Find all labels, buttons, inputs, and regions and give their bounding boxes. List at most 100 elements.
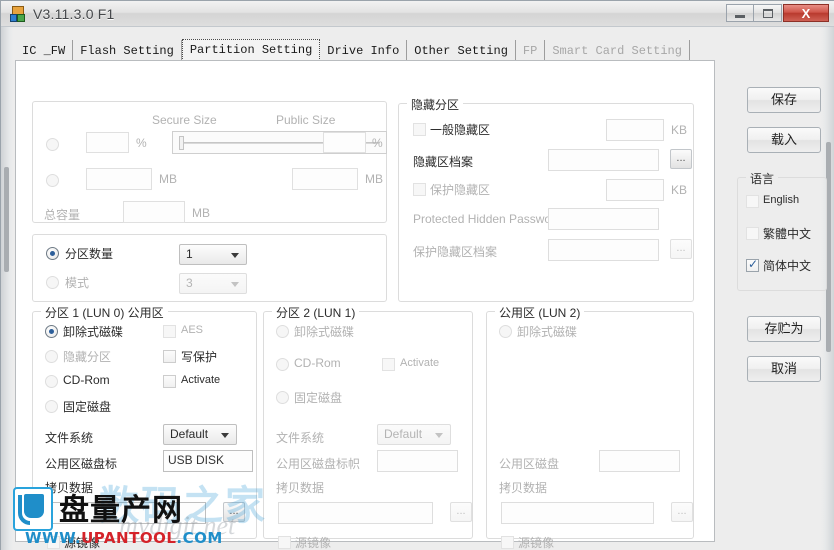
language-english-checkbox[interactable] — [746, 195, 759, 208]
language-legend: 语言 — [746, 170, 779, 187]
partition1-source-image-label: 源镜像 — [64, 536, 101, 550]
partition1-hidden-radio — [45, 350, 58, 363]
partition3-copy-browse-button: ... — [671, 502, 693, 522]
public-mb-input[interactable] — [292, 168, 358, 190]
language-group: 语言 English 繁體中文 简体中文 — [737, 170, 827, 291]
partition2-copy-input[interactable] — [278, 502, 433, 524]
percent-mode-radio[interactable] — [46, 138, 59, 151]
partition1-fixed-label: 固定磁盘 — [63, 400, 112, 414]
hidden-file-label: 隐藏区档案 — [413, 155, 474, 169]
partition2-volume-label: 公用区磁盘标帜 — [276, 457, 361, 471]
load-button[interactable]: 载入 — [747, 127, 821, 153]
partition2-removable-label: 卸除式磁碟 — [294, 325, 355, 339]
mb-mode-radio[interactable] — [46, 174, 59, 187]
partition-count-label: 分区数量 — [65, 247, 114, 261]
save-as-button[interactable]: 存贮为 — [747, 316, 821, 342]
protected-password-label: Protected Hidden Password — [413, 212, 562, 226]
partition2-fixed-radio — [276, 391, 289, 404]
public-mb-unit: MB — [365, 172, 383, 186]
partition2-activate-checkbox — [382, 358, 395, 371]
partition-count-radio[interactable] — [46, 247, 59, 260]
partition-count-value: 1 — [186, 247, 193, 261]
maximize-button[interactable] — [754, 4, 782, 22]
maximize-icon — [762, 8, 773, 18]
partition1-activate-checkbox[interactable] — [163, 375, 176, 388]
partition3-copy-input[interactable] — [501, 502, 654, 524]
partition-mode-radio[interactable] — [46, 276, 59, 289]
secure-mb-input[interactable] — [86, 168, 152, 190]
title-bar: V3.11.3.0 F1 X — [1, 1, 834, 27]
left-scroll-thumb[interactable] — [4, 167, 9, 272]
public-percent-unit: % — [372, 136, 383, 150]
minimize-icon — [735, 14, 745, 18]
size-group: Secure Size Public Size % % MB MB 总容量 MB — [32, 101, 387, 223]
left-window-edge — [1, 27, 13, 550]
partition2-fs-select: Default — [377, 424, 451, 445]
partition1-copy-browse-button[interactable]: ... — [223, 502, 245, 522]
partition1-removable-radio[interactable] — [45, 325, 58, 338]
secure-mb-unit: MB — [159, 172, 177, 186]
secure-size-label: Secure Size — [152, 113, 217, 127]
normal-hidden-checkbox[interactable] — [413, 123, 426, 136]
partition1-cdrom-radio[interactable] — [45, 375, 58, 388]
language-simplified-checkbox[interactable] — [746, 257, 759, 272]
save-button[interactable]: 保存 — [747, 87, 821, 113]
total-capacity-input[interactable] — [123, 201, 185, 223]
partition3-source-image-label: 源镜像 — [518, 536, 555, 550]
partition3-copy-label: 拷贝数据 — [499, 481, 548, 495]
window-controls: X — [726, 4, 829, 22]
application-window: V3.11.3.0 F1 X IC _FW Flash Setting Part… — [0, 0, 834, 550]
protect-file-browse-button: ... — [670, 239, 692, 259]
tab-ic-fw[interactable]: IC _FW — [15, 40, 74, 61]
total-capacity-unit: MB — [192, 206, 210, 220]
close-button[interactable]: X — [783, 4, 829, 22]
protected-password-input[interactable] — [548, 208, 659, 230]
partition2-fs-label: 文件系统 — [276, 431, 325, 445]
partition1-fs-value: Default — [170, 427, 209, 441]
hidden-file-input[interactable] — [548, 149, 659, 171]
minimize-button[interactable] — [726, 4, 754, 22]
normal-hidden-label: 一般隐藏区 — [430, 123, 491, 137]
partition2-copy-label: 拷贝数据 — [276, 481, 325, 495]
partition1-write-protect-label: 写保护 — [181, 350, 218, 364]
protect-hidden-checkbox[interactable] — [413, 183, 426, 196]
protect-file-input[interactable] — [548, 239, 659, 261]
partition1-volume-label: 公用区磁盘标 — [45, 457, 118, 471]
cancel-button[interactable]: 取消 — [747, 356, 821, 382]
partition1-fixed-radio[interactable] — [45, 400, 58, 413]
partition3-volume-label: 公用区磁盘 — [499, 457, 560, 471]
protect-hidden-size-input[interactable] — [606, 179, 664, 201]
partition1-aes-checkbox — [163, 325, 176, 338]
partition-count-select[interactable]: 1 — [179, 244, 247, 265]
tab-fp: FP — [516, 40, 546, 61]
partition1-fs-select[interactable]: Default — [163, 424, 237, 445]
tab-flash-setting[interactable]: Flash Setting — [73, 40, 182, 61]
secure-percent-input[interactable] — [86, 132, 129, 153]
normal-hidden-size-input[interactable] — [606, 119, 664, 141]
secure-percent-unit: % — [136, 136, 147, 150]
tab-other-setting[interactable]: Other Setting — [407, 40, 516, 61]
tab-partition-setting[interactable]: Partition Setting — [181, 39, 321, 61]
partition2-removable-radio — [276, 325, 289, 338]
partition2-source-image-label: 源镜像 — [295, 536, 332, 550]
slider-thumb[interactable] — [179, 136, 184, 150]
partition3-volume-input[interactable] — [599, 450, 680, 472]
public-size-label: Public Size — [276, 113, 336, 127]
protect-file-label: 保护隐藏区档案 — [413, 245, 498, 259]
partition3-source-image-checkbox — [501, 536, 514, 549]
hidden-file-browse-button[interactable]: ... — [670, 149, 692, 169]
chevron-down-icon — [231, 253, 239, 258]
partition1-volume-input[interactable]: USB DISK — [163, 450, 253, 472]
public-percent-input[interactable] — [323, 132, 366, 153]
partition1-write-protect-checkbox[interactable] — [163, 350, 176, 363]
tab-drive-info[interactable]: Drive Info — [320, 40, 408, 61]
partition1-copy-input[interactable] — [47, 502, 206, 524]
language-english-label: English — [763, 194, 800, 206]
partition1-cdrom-label: CD-Rom — [63, 373, 110, 387]
tab-bar: IC _FW Flash Setting Partition Setting D… — [15, 39, 715, 61]
partition1-hidden-label: 隐藏分区 — [63, 350, 112, 364]
partition2-volume-input[interactable] — [377, 450, 458, 472]
partition1-source-image-checkbox[interactable] — [47, 536, 60, 549]
protect-hidden-unit: KB — [671, 183, 688, 197]
language-traditional-checkbox[interactable] — [746, 227, 759, 240]
